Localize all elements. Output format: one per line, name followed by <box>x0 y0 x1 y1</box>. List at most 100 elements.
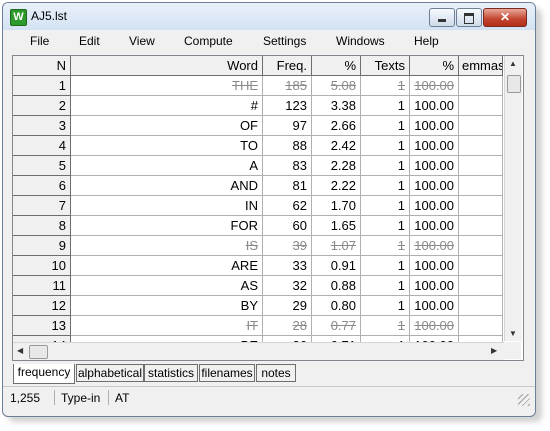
table-cell[interactable]: 100.00 <box>410 316 459 336</box>
table-cell[interactable] <box>459 236 503 256</box>
table-cell[interactable] <box>459 176 503 196</box>
table-cell[interactable]: THE <box>71 76 263 96</box>
tab-filenames[interactable]: filenames <box>199 364 255 382</box>
table-cell[interactable]: IS <box>71 236 263 256</box>
vertical-scroll-thumb[interactable] <box>507 75 521 93</box>
row-number-cell[interactable]: 3 <box>13 116 71 136</box>
table-cell[interactable]: 100.00 <box>410 76 459 96</box>
table-cell[interactable]: 1 <box>361 216 410 236</box>
table-cell[interactable] <box>459 296 503 316</box>
scroll-up-icon[interactable]: ▲ <box>509 59 517 68</box>
tab-alphabetical[interactable]: alphabetical <box>76 364 144 382</box>
table-cell[interactable]: 2.66 <box>312 116 361 136</box>
table-cell[interactable]: 0.80 <box>312 296 361 316</box>
table-cell[interactable]: A <box>71 156 263 176</box>
table-cell[interactable]: 1.70 <box>312 196 361 216</box>
table-cell[interactable]: 28 <box>263 316 312 336</box>
tab-notes[interactable]: notes <box>256 364 296 382</box>
menu-help[interactable]: Help <box>414 34 439 48</box>
table-cell[interactable]: 100.00 <box>410 96 459 116</box>
table-cell[interactable]: 100.00 <box>410 296 459 316</box>
table-cell[interactable] <box>459 76 503 96</box>
table-cell[interactable]: 185 <box>263 76 312 96</box>
table-cell[interactable]: 1 <box>361 196 410 216</box>
title-bar[interactable]: W AJ5.lst ✕ <box>3 3 535 30</box>
row-number-cell[interactable]: 12 <box>13 296 71 316</box>
table-cell[interactable]: 0.91 <box>312 256 361 276</box>
tab-statistics[interactable]: statistics <box>144 364 198 382</box>
table-cell[interactable]: IT <box>71 316 263 336</box>
table-cell[interactable]: 0.77 <box>312 316 361 336</box>
table-cell[interactable]: 1 <box>361 296 410 316</box>
table-cell[interactable]: 100.00 <box>410 216 459 236</box>
table-cell[interactable]: 100.00 <box>410 156 459 176</box>
table-cell[interactable]: 100.00 <box>410 236 459 256</box>
table-cell[interactable]: 1 <box>361 76 410 96</box>
row-number-cell[interactable]: 13 <box>13 316 71 336</box>
table-cell[interactable]: 100.00 <box>410 136 459 156</box>
table-cell[interactable]: IN <box>71 196 263 216</box>
table-cell[interactable] <box>459 156 503 176</box>
table-cell[interactable]: 100.00 <box>410 196 459 216</box>
menu-compute[interactable]: Compute <box>184 34 233 48</box>
table-cell[interactable]: 123 <box>263 96 312 116</box>
table-cell[interactable]: ARE <box>71 256 263 276</box>
table-cell[interactable]: 62 <box>263 196 312 216</box>
table-cell[interactable]: 2.22 <box>312 176 361 196</box>
table-cell[interactable]: 1 <box>361 256 410 276</box>
table-cell[interactable]: 32 <box>263 276 312 296</box>
row-number-cell[interactable]: 11 <box>13 276 71 296</box>
table-cell[interactable] <box>459 216 503 236</box>
table-cell[interactable] <box>459 136 503 156</box>
table-cell[interactable]: AND <box>71 176 263 196</box>
table-cell[interactable]: FOR <box>71 216 263 236</box>
table-cell[interactable]: 1 <box>361 276 410 296</box>
column-header[interactable]: Freq. <box>263 56 312 76</box>
row-number-cell[interactable]: 1 <box>13 76 71 96</box>
table-cell[interactable]: 3.38 <box>312 96 361 116</box>
resize-grip-icon[interactable] <box>518 394 530 406</box>
table-cell[interactable]: 100.00 <box>410 276 459 296</box>
table-cell[interactable]: 33 <box>263 256 312 276</box>
menu-view[interactable]: View <box>129 34 155 48</box>
table-cell[interactable]: 1 <box>361 236 410 256</box>
table-cell[interactable]: 1 <box>361 96 410 116</box>
table-cell[interactable]: 0.88 <box>312 276 361 296</box>
table-cell[interactable]: 88 <box>263 136 312 156</box>
table-cell[interactable] <box>459 316 503 336</box>
table-cell[interactable]: 1.65 <box>312 216 361 236</box>
column-header[interactable]: Word <box>71 56 263 76</box>
table-cell[interactable]: 1 <box>361 176 410 196</box>
column-header[interactable]: N <box>13 56 71 76</box>
column-header[interactable]: % <box>312 56 361 76</box>
table-cell[interactable]: # <box>71 96 263 116</box>
table-cell[interactable] <box>459 196 503 216</box>
table-cell[interactable]: 81 <box>263 176 312 196</box>
scroll-right-icon[interactable]: ▶ <box>491 346 497 355</box>
table-cell[interactable]: 2.42 <box>312 136 361 156</box>
table-cell[interactable] <box>459 276 503 296</box>
table-cell[interactable]: BY <box>71 296 263 316</box>
table-cell[interactable]: 83 <box>263 156 312 176</box>
minimize-button[interactable] <box>429 8 455 27</box>
table-cell[interactable]: 39 <box>263 236 312 256</box>
menu-settings[interactable]: Settings <box>263 34 306 48</box>
tab-frequency[interactable]: frequency <box>13 364 75 384</box>
table-cell[interactable]: 100.00 <box>410 176 459 196</box>
row-number-cell[interactable]: 7 <box>13 196 71 216</box>
table-cell[interactable]: 1 <box>361 116 410 136</box>
row-number-cell[interactable]: 2 <box>13 96 71 116</box>
horizontal-scrollbar[interactable]: ◀ ▶ <box>13 342 504 360</box>
table-cell[interactable] <box>459 116 503 136</box>
maximize-button[interactable] <box>456 8 482 27</box>
row-number-cell[interactable]: 5 <box>13 156 71 176</box>
table-cell[interactable] <box>459 256 503 276</box>
table-cell[interactable]: 97 <box>263 116 312 136</box>
table-cell[interactable]: 1 <box>361 316 410 336</box>
table-cell[interactable]: 1.07 <box>312 236 361 256</box>
word-list-grid[interactable]: emmas% Texts% Freq. Word N 1 THE 185 5.08 1 100.0… <box>12 55 524 361</box>
scroll-left-icon[interactable]: ◀ <box>17 346 23 355</box>
table-cell[interactable]: 1 <box>361 136 410 156</box>
close-button[interactable]: ✕ <box>483 8 527 27</box>
table-cell[interactable]: 60 <box>263 216 312 236</box>
